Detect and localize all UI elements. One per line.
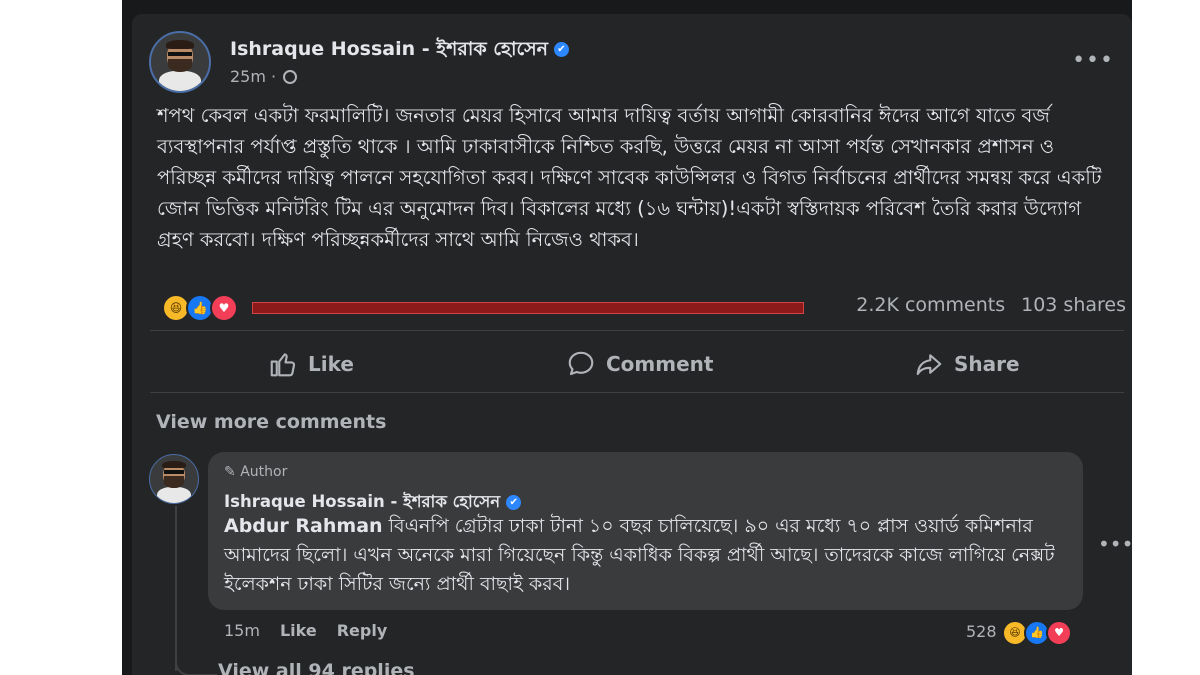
comment-meta: 15m Like Reply (224, 621, 407, 640)
thread-line (175, 506, 177, 671)
comment-bubble-icon (568, 351, 594, 376)
share-arrow-icon (916, 354, 942, 376)
like-thumb-icon (270, 353, 296, 377)
comment-like-button[interactable]: Like (280, 621, 317, 640)
view-all-replies-link[interactable]: View all 94 replies (218, 660, 415, 675)
feed-panel: Ishraque Hossain - ইশরাক হোসেন ✔ 25m · ••… (122, 0, 1132, 675)
comment-reaction-count: 528 (966, 622, 997, 641)
share-button[interactable]: Share (914, 348, 1020, 380)
comment-more-options-icon[interactable]: ••• (1098, 532, 1132, 556)
share-button-label[interactable]: Share (954, 352, 1020, 376)
author-tag-label: Author (240, 464, 288, 480)
thread-curve (175, 654, 217, 675)
post-time-label[interactable]: 25m · (230, 67, 276, 86)
post-engagement-counts: 2.2K comments 103 shares (840, 294, 1126, 316)
comment-author-avatar[interactable] (149, 454, 199, 504)
redacted-reactors-bar (252, 302, 804, 314)
author-avatar[interactable] (149, 31, 211, 93)
mention-link[interactable]: Abdur Rahman (224, 515, 383, 537)
comment-reply-button[interactable]: Reply (337, 621, 388, 640)
divider-top (150, 330, 1124, 331)
like-button-label[interactable]: Like (308, 352, 354, 376)
post-timestamp[interactable]: 25m · (230, 67, 298, 86)
divider-bottom (150, 392, 1124, 393)
comment-bubble: ✎ Author Ishraque Hossain - ইশরাক হোসেন ✔… (208, 452, 1083, 610)
comment-button[interactable]: Comment (566, 348, 713, 380)
verified-badge-icon: ✔ (554, 42, 569, 57)
view-more-comments-link[interactable]: View more comments (156, 411, 386, 433)
comment-love-reaction-icon: ♥ (1046, 620, 1072, 646)
post-body-text: শপথ কেবল একটা ফরমালিটি। জনতার মেয়র হিসা… (157, 104, 1102, 251)
post-author-label[interactable]: Ishraque Hossain - ইশরাক হোসেন (230, 38, 548, 60)
comment-author-label[interactable]: Ishraque Hossain - ইশরাক হোসেন (224, 492, 500, 511)
like-button[interactable]: Like (268, 348, 354, 380)
post-author-name[interactable]: Ishraque Hossain - ইশরাক হোসেন ✔ (230, 35, 569, 67)
pencil-icon: ✎ (224, 464, 236, 480)
comment-verified-badge-icon: ✔ (506, 495, 522, 510)
love-reaction-icon: ♥ (210, 294, 238, 322)
post-more-options-icon[interactable]: ••• (1072, 48, 1114, 73)
post-reactions[interactable]: 😆 👍 ♥ (162, 294, 252, 322)
globe-icon (283, 70, 298, 84)
comment-time[interactable]: 15m (224, 621, 260, 640)
comment-button-label[interactable]: Comment (606, 352, 713, 376)
comments-count-link[interactable]: 2.2K comments (856, 294, 1005, 316)
comment-reactions[interactable]: 528 😆 👍 ♥ (966, 620, 1086, 646)
post-card: Ishraque Hossain - ইশরাক হোসেন ✔ 25m · ••… (132, 14, 1132, 675)
shares-count-link[interactable]: 103 shares (1021, 294, 1126, 316)
comment-text: Abdur Rahman বিএনপি গ্রেটার ঢাকা টানা ১০… (224, 512, 1074, 599)
author-tag: ✎ Author (224, 464, 287, 480)
